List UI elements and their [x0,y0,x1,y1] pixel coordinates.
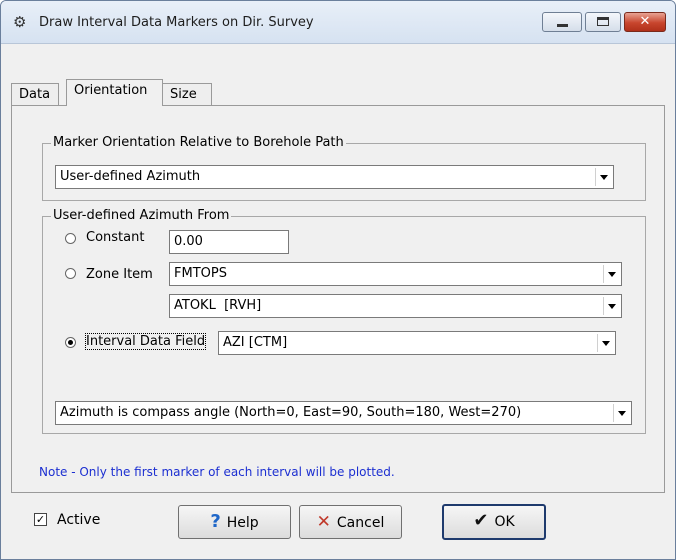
help-icon: ? [210,511,221,532]
zone-item-radio[interactable] [65,268,76,279]
gear-icon[interactable]: ⚙ [13,13,31,31]
chevron-down-icon[interactable] [613,404,629,422]
minimize-icon [557,24,568,27]
dialog-window: ⚙ Draw Interval Data Markers on Dir. Sur… [0,0,676,560]
angle-mode-select-value: Azimuth is compass angle (North=0, East=… [60,405,522,420]
marker-orientation-legend: Marker Orientation Relative to Borehole … [51,135,346,150]
tab-size[interactable]: Size [162,83,212,105]
azimuth-from-group: User-defined Azimuth From Constant 0.00 … [42,208,646,434]
tab-orientation[interactable]: Orientation [66,79,163,106]
tab-panel-orientation: Marker Orientation Relative to Borehole … [11,105,665,493]
window-title: Draw Interval Data Markers on Dir. Surve… [39,15,314,30]
azimuth-from-legend: User-defined Azimuth From [51,208,232,223]
orientation-select-value: User-defined Azimuth [60,169,201,184]
note-text: Note - Only the first marker of each int… [39,465,395,479]
ok-button-label: OK [494,514,515,530]
zone-select-value: FMTOPS [174,266,227,281]
constant-value-field[interactable]: 0.00 [169,230,289,254]
tab-data[interactable]: Data [11,83,59,105]
interval-field-label[interactable]: Interval Data Field [84,333,207,350]
interval-field-select[interactable]: AZI [CTM] [218,331,616,355]
help-button[interactable]: ? Help [178,505,291,539]
cancel-icon: ✕ [316,512,331,532]
maximize-button[interactable] [585,12,621,32]
chevron-down-icon[interactable] [597,334,613,352]
checkmark-icon: ✔ [473,510,489,531]
active-label[interactable]: Active [57,512,100,528]
angle-mode-select[interactable]: Azimuth is compass angle (North=0, East=… [55,401,632,425]
title-bar[interactable]: ⚙ Draw Interval Data Markers on Dir. Sur… [1,1,675,44]
interval-field-select-value: AZI [CTM] [223,335,288,350]
ok-button[interactable]: ✔ OK [442,504,546,540]
active-checkbox[interactable]: ✓ [34,513,47,526]
zone-item-select[interactable]: ATOKL [RVH] [169,294,622,318]
orientation-select[interactable]: User-defined Azimuth [55,165,614,189]
maximize-icon [597,17,609,26]
close-icon: ✕ [639,14,651,29]
constant-radio[interactable] [65,233,76,244]
zone-item-select-value: ATOKL [RVH] [174,298,262,313]
chevron-down-icon[interactable] [603,265,619,283]
marker-orientation-group: Marker Orientation Relative to Borehole … [42,135,646,201]
chevron-down-icon[interactable] [595,168,611,186]
chevron-down-icon[interactable] [603,297,619,315]
close-button[interactable]: ✕ [624,12,666,32]
cancel-button[interactable]: ✕ Cancel [299,505,402,539]
cancel-button-label: Cancel [336,515,385,531]
help-button-label: Help [226,515,259,531]
zone-select[interactable]: FMTOPS [169,262,622,286]
minimize-button[interactable] [542,12,582,32]
zone-item-label[interactable]: Zone Item [86,267,153,282]
interval-field-radio[interactable] [65,337,76,348]
constant-label[interactable]: Constant [86,230,144,245]
